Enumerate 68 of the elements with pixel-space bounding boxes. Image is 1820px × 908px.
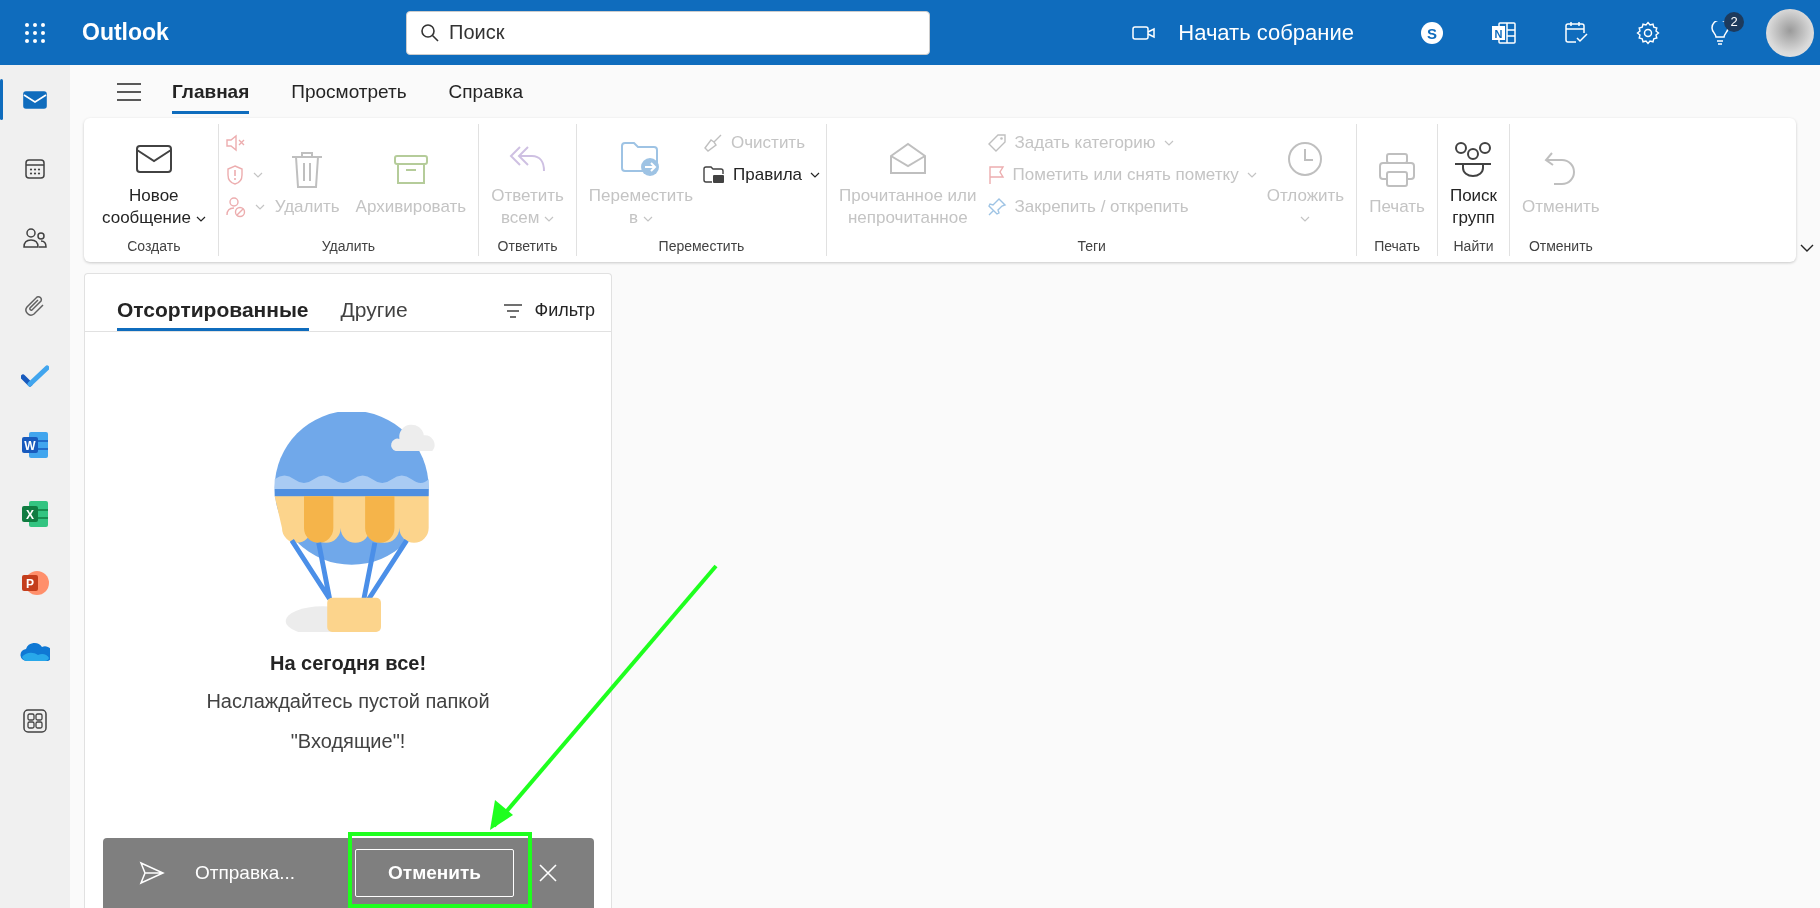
chevron-down-icon[interactable] (1800, 244, 1814, 252)
blocked-person-icon (224, 196, 247, 218)
group-label: Удалить (320, 238, 377, 256)
sending-status: Отправка... (195, 862, 297, 884)
group-label: Печать (1373, 238, 1421, 256)
app-name[interactable]: Outlook (82, 19, 169, 45)
settings-icon (1636, 20, 1660, 45)
lightbulb-button[interactable]: 2 (1684, 7, 1756, 58)
envelope-icon (134, 144, 173, 174)
group-label: Отменить (1527, 238, 1594, 256)
onenote-button[interactable]: N (1468, 7, 1540, 58)
ribbon-tab[interactable]: Просмотреть (291, 69, 407, 114)
group-label: Ответить (496, 238, 559, 256)
people-icon (1453, 140, 1494, 178)
printer-icon (1378, 152, 1417, 188)
pin-icon (986, 197, 1007, 217)
empty-state-title: На сегодня все! (269, 652, 427, 675)
paperclip-icon (24, 294, 46, 319)
archive-box-icon (392, 154, 429, 186)
ppt-app-button[interactable]: P (0, 548, 70, 617)
apps-icon (23, 708, 47, 733)
shield-icon (224, 164, 245, 186)
search-icon (420, 22, 440, 43)
ribbon-button[interactable]: Новое сообщение (96, 124, 212, 238)
skype-icon: S (1420, 20, 1444, 45)
group-label: Теги (1076, 238, 1107, 256)
inbox-tab[interactable]: Отсортированные (117, 298, 309, 331)
checkmark-icon (21, 364, 49, 387)
folder-mail-icon (703, 165, 725, 185)
cloud-icon (20, 641, 50, 662)
skype-button[interactable]: S (1396, 7, 1468, 58)
cancel-send-button[interactable]: Отменить (355, 849, 514, 897)
calendar-icon (24, 157, 46, 180)
ribbon-tab[interactable]: Справка (448, 69, 524, 114)
lightbulb-icon (1711, 20, 1729, 45)
tag-icon (986, 133, 1007, 153)
video-camera-icon (1132, 24, 1157, 41)
excel-app-button[interactable]: X (0, 479, 70, 548)
clock-icon (1286, 140, 1325, 178)
notification-badge: 2 (1724, 11, 1744, 32)
word-app-button[interactable]: W (0, 410, 70, 479)
close-icon (538, 863, 558, 883)
group-label: Создать (126, 238, 182, 256)
send-icon (139, 861, 165, 885)
inbox-tab[interactable]: Другие (340, 298, 408, 331)
menu-icon (116, 82, 142, 101)
start-meeting-button[interactable]: Начать собрание (1132, 19, 1354, 46)
flag-icon (986, 165, 1005, 185)
broom-icon (703, 133, 723, 153)
search-field[interactable]: Поиск (406, 10, 930, 55)
empty-state-message: Наслаждайтесь пустой папкой "Входящие"! (205, 689, 491, 754)
ribbon-tab[interactable]: Главная (172, 69, 250, 114)
close-button[interactable] (538, 863, 558, 883)
group-label: Найти (1452, 238, 1495, 256)
filter-button[interactable]: Фильтр (502, 300, 595, 331)
muted-speaker-icon (224, 133, 247, 153)
folder-arrow-icon (619, 140, 662, 178)
mail-icon (23, 89, 47, 110)
people-icon (22, 226, 48, 249)
group-label: Переместить (657, 238, 746, 256)
filter-icon (502, 302, 523, 319)
calendar-check-icon (1564, 20, 1588, 45)
app-launcher-icon[interactable] (25, 22, 45, 43)
trash-icon (290, 151, 325, 189)
ribbon-button[interactable]: Поиск групп (1443, 124, 1504, 238)
ribbon-button[interactable]: Правила (703, 162, 821, 188)
avatar[interactable] (1766, 8, 1814, 57)
open-envelope-icon (888, 142, 927, 176)
